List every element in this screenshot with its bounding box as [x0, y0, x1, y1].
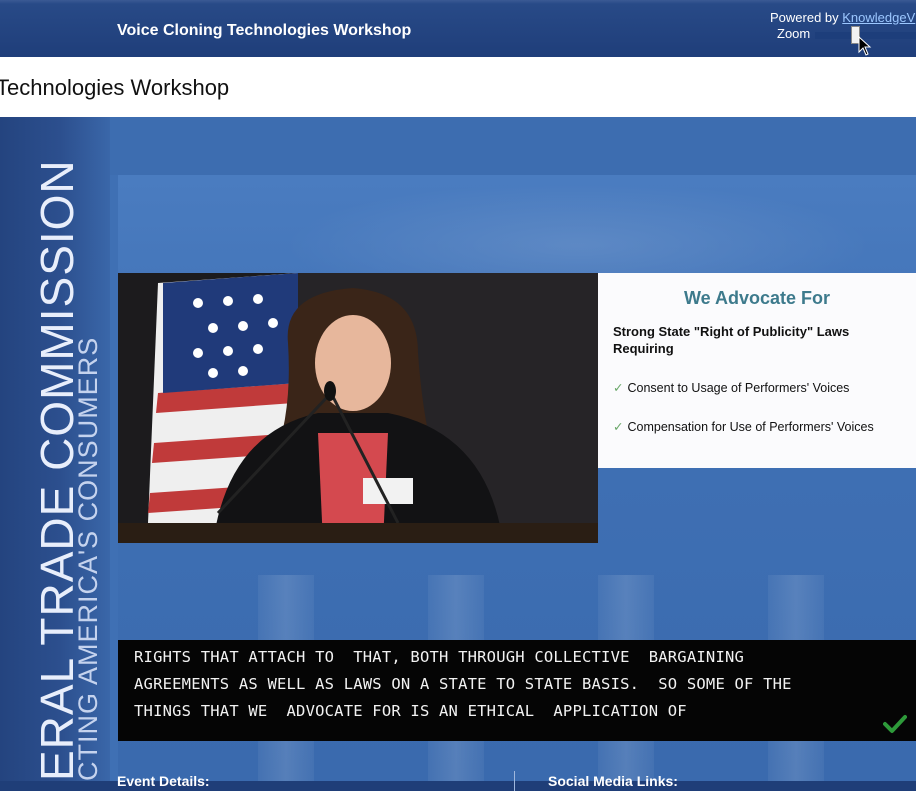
powered-by-link[interactable]: KnowledgeV [842, 10, 915, 25]
powered-by-text: Powered by [770, 10, 843, 25]
checkmark-icon: ✓ [613, 381, 624, 395]
event-details-heading: Event Details: [117, 773, 210, 789]
ftc-brand-panel: ERAL TRADE COMMISSION CTING AMERICA'S CO… [0, 117, 110, 781]
slide-list-item-text: Consent to Usage of Performers' Voices [627, 381, 850, 395]
presentation-slide: We Advocate For Strong State "Right of P… [598, 273, 916, 468]
event-title: Voice Cloning Technologies Workshop [117, 22, 412, 39]
caption-line: THINGS THAT WE ADVOCATE FOR IS AN ETHICA… [134, 702, 687, 720]
slide-list-item-text: Compensation for Use of Performers' Voic… [627, 420, 874, 434]
speaker-video-frame [118, 273, 598, 543]
social-media-heading: Social Media Links: [548, 773, 678, 789]
zoom-label: Zoom [777, 26, 811, 41]
slide-subtitle: Strong State "Right of Publicity" Laws R… [613, 324, 850, 356]
checkmark-icon: ✓ [613, 420, 624, 434]
footer-divider [514, 771, 515, 791]
slide-list-item: ✓ Consent to Usage of Performers' Voices [613, 380, 849, 395]
check-icon[interactable] [883, 714, 907, 734]
ftc-brand-tagline: CTING AMERICA'S CONSUMERS [73, 336, 103, 781]
player-header [110, 117, 916, 175]
slide-title: We Advocate For [683, 288, 831, 308]
slide-list-item: ✓ Compensation for Use of Performers' Voi… [613, 419, 874, 434]
speaker-video[interactable] [118, 273, 598, 543]
closed-captions-panel: RIGHTS THAT ATTACH TO THAT, BOTH THROUGH… [118, 640, 916, 741]
caption-line: AGREEMENTS AS WELL AS LAWS ON A STATE TO… [134, 675, 792, 693]
podium [118, 523, 598, 543]
caption-line: RIGHTS THAT ATTACH TO THAT, BOTH THROUGH… [134, 648, 745, 666]
powered-by: Powered by KnowledgeV [770, 10, 915, 25]
mouse-pointer-icon [858, 36, 872, 56]
page-title: Technologies Workshop [0, 75, 230, 100]
